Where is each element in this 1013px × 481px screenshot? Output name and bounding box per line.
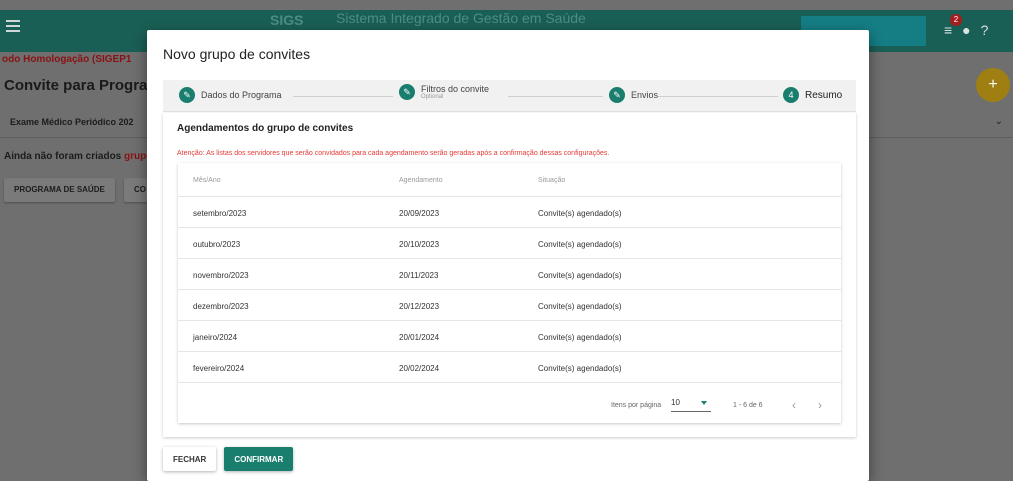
table-row: janeiro/2024 20/01/2024 Convite(s) agend… xyxy=(178,321,841,352)
step-connector xyxy=(658,96,778,97)
table-row: fevereiro/2024 20/02/2024 Convite(s) age… xyxy=(178,352,841,383)
page-range: 1 - 6 de 6 xyxy=(733,402,763,409)
date-cell: 20/10/2023 xyxy=(399,240,440,249)
page-size-value: 10 xyxy=(671,398,680,407)
schedules-table: Mês/Ano Agendamento Situação setembro/20… xyxy=(178,163,841,423)
date-cell: 20/02/2024 xyxy=(399,364,440,373)
confirm-button[interactable]: CONFIRMAR xyxy=(224,447,294,471)
account-icon[interactable]: ● xyxy=(962,22,970,38)
notification-badge: 2 xyxy=(950,14,962,26)
edit-icon: ✎ xyxy=(399,84,415,100)
date-cell: 20/01/2024 xyxy=(399,333,440,342)
table-header: Mês/Ano Agendamento Situação xyxy=(178,163,841,197)
page-size-select[interactable]: 10 xyxy=(671,398,711,412)
step-connector xyxy=(508,96,603,97)
step-summary[interactable]: 4 Resumo xyxy=(783,87,842,103)
column-header[interactable]: Situação xyxy=(538,177,565,184)
month-cell: fevereiro/2024 xyxy=(193,364,245,373)
help-icon[interactable]: ? xyxy=(981,22,989,38)
status-cell: Convite(s) agendado(s) xyxy=(538,240,622,249)
edit-icon: ✎ xyxy=(179,87,195,103)
next-page-icon[interactable]: › xyxy=(818,398,822,412)
notifications-icon[interactable]: ≡ 2 xyxy=(944,14,962,38)
column-header[interactable]: Mês/Ano xyxy=(193,177,221,184)
table-row: dezembro/2023 20/12/2023 Convite(s) agen… xyxy=(178,290,841,321)
date-cell: 20/11/2023 xyxy=(399,271,439,280)
step-label: Resumo xyxy=(805,89,843,101)
step-label: Dados do Programa xyxy=(201,90,282,100)
step-connector xyxy=(293,96,393,97)
step-invite-filters[interactable]: ✎ Filtros do convite Optional xyxy=(399,84,489,100)
status-cell: Convite(s) agendado(s) xyxy=(538,364,622,373)
month-cell: outubro/2023 xyxy=(193,240,241,249)
panel-title: Agendamentos do grupo de convites xyxy=(177,123,354,134)
close-button[interactable]: FECHAR xyxy=(163,447,217,471)
column-header[interactable]: Agendamento xyxy=(399,177,443,184)
month-cell: dezembro/2023 xyxy=(193,302,249,311)
paginator: Itens por página 10 1 - 6 de 6 ‹ › xyxy=(178,387,841,423)
step-label: Filtros do convite Optional xyxy=(421,84,490,100)
step-number: 4 xyxy=(783,87,799,103)
status-cell: Convite(s) agendado(s) xyxy=(538,209,622,218)
status-cell: Convite(s) agendado(s) xyxy=(538,333,622,342)
environment-label: odo Homologação (SIGEP1 xyxy=(2,54,132,65)
warning-text: Atenção: As listas dos servidores que se… xyxy=(177,150,610,157)
edit-icon: ✎ xyxy=(609,87,625,103)
table-row: outubro/2023 20/10/2023 Convite(s) agend… xyxy=(178,228,841,259)
month-cell: janeiro/2024 xyxy=(193,333,238,342)
chevron-down-icon[interactable]: ⌄ xyxy=(995,116,1003,127)
date-cell: 20/12/2023 xyxy=(399,302,440,311)
month-cell: novembro/2023 xyxy=(193,271,249,280)
top-icons: ≡ 2 ● ? xyxy=(944,14,989,38)
app-logo: SIGS xyxy=(270,12,304,28)
previous-page-icon[interactable]: ‹ xyxy=(792,398,796,412)
date-cell: 20/09/2023 xyxy=(399,209,440,218)
dropdown-arrow-icon xyxy=(701,401,707,405)
status-cell: Convite(s) agendado(s) xyxy=(538,271,622,280)
stepper: ✎ Dados do Programa ✎ Filtros do convite… xyxy=(163,80,856,112)
step-program-data[interactable]: ✎ Dados do Programa xyxy=(179,87,282,103)
health-program-button[interactable]: PROGRAMA DE SAÚDE xyxy=(4,178,115,202)
step-label: Envios xyxy=(631,90,659,100)
summary-panel: Agendamentos do grupo de convites Atençã… xyxy=(163,113,856,437)
step-sends[interactable]: ✎ Envios xyxy=(609,87,658,103)
exam-label: Exame Médico Periódico 202 xyxy=(10,117,134,127)
groups-notice: Ainda não foram criados grupo xyxy=(4,151,153,162)
page-title: Convite para Prograr xyxy=(4,77,154,94)
add-fab-button[interactable]: + xyxy=(976,68,1010,102)
table-row: setembro/2023 20/09/2023 Convite(s) agen… xyxy=(178,197,841,228)
dialog-actions: FECHAR CONFIRMAR xyxy=(163,447,294,471)
dialog-title: Novo grupo de convites xyxy=(163,46,311,62)
page-size-label: Itens por página xyxy=(611,402,662,409)
new-invite-group-dialog: Novo grupo de convites ✎ Dados do Progra… xyxy=(147,30,869,481)
table-row: novembro/2023 20/11/2023 Convite(s) agen… xyxy=(178,259,841,290)
status-cell: Convite(s) agendado(s) xyxy=(538,302,622,311)
month-cell: setembro/2023 xyxy=(193,209,247,218)
app-title: Sistema Integrado de Gestão em Saúde xyxy=(336,10,586,26)
menu-icon[interactable] xyxy=(6,20,20,32)
